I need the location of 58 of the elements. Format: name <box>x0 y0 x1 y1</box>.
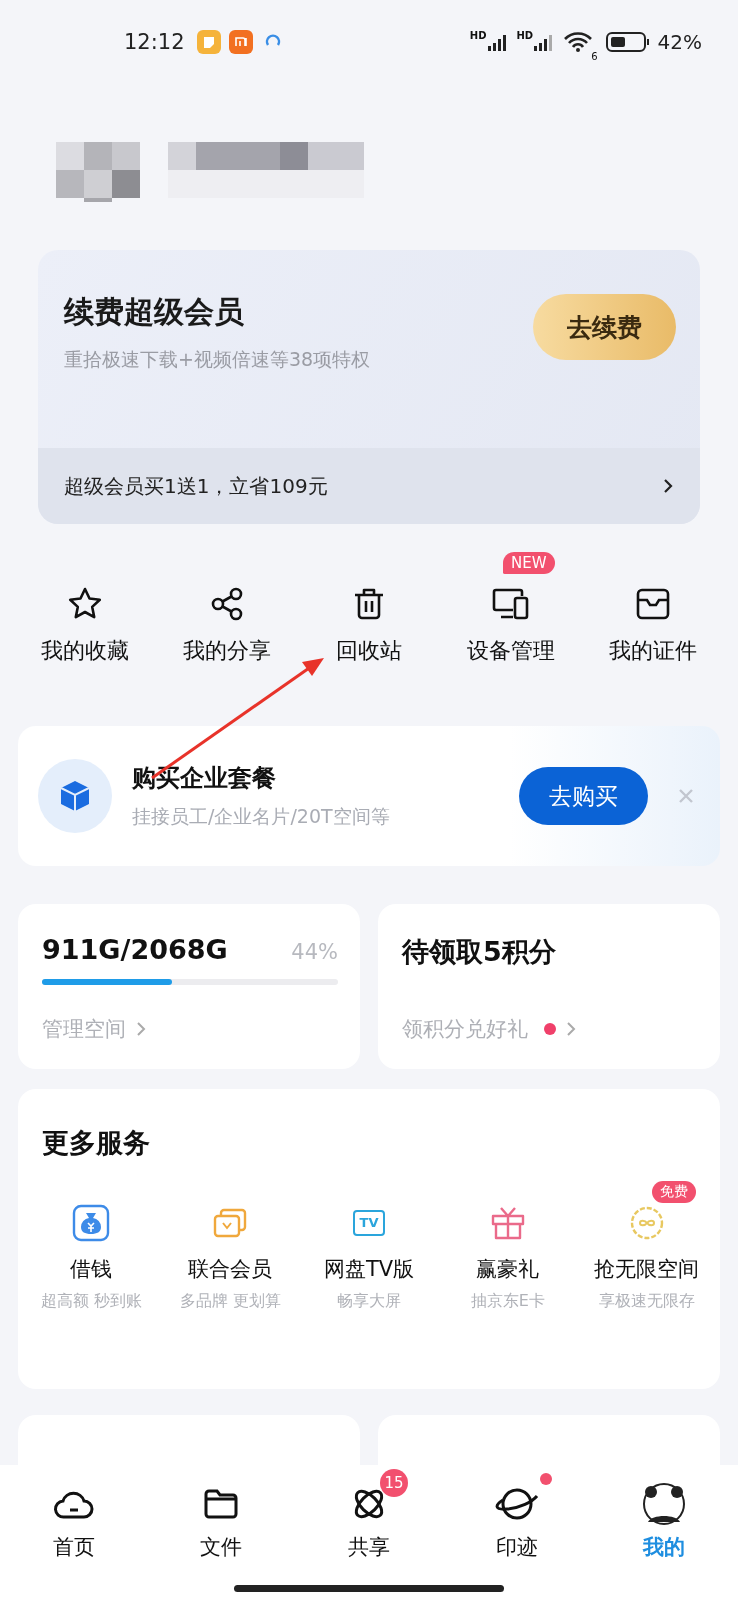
avatar-icon <box>642 1482 687 1526</box>
service-description: 超高额 秒到账 <box>40 1291 142 1312</box>
services-title: 更多服务 <box>41 1126 151 1160</box>
signal-icon <box>486 32 509 52</box>
service-description: 多品牌 更划算 <box>179 1291 281 1312</box>
nav-tab[interactable]: 文件 <box>166 1467 277 1577</box>
nav-tab[interactable]: 我的 <box>609 1467 720 1577</box>
app-icon <box>228 30 253 54</box>
network-label: HD <box>469 30 487 41</box>
notes-app-icon <box>196 30 221 54</box>
shortcut-item[interactable]: 我的收藏 <box>20 550 150 688</box>
wifi-icon <box>563 31 594 53</box>
shortcut-item[interactable]: 我的分享 <box>162 550 292 688</box>
service-item[interactable]: 联合会员 多品牌 更划算 <box>162 1179 299 1312</box>
storage-percent: 44% <box>291 940 338 964</box>
buy-button[interactable]: 去购买 <box>519 767 648 825</box>
wifi-label: 6 <box>591 51 598 62</box>
promo-text: 超级会员买1送1，立省109元 <box>64 472 328 500</box>
cube-icon <box>38 759 112 833</box>
service-description: 畅享大屏 <box>337 1291 401 1312</box>
home-indicator[interactable] <box>234 1585 504 1592</box>
new-badge: NEW <box>503 552 555 574</box>
membership-title: 续费超级会员 <box>64 293 245 331</box>
tv-icon: TV <box>352 1210 386 1236</box>
storage-card[interactable]: 911G/2068G 44% 管理空间 <box>18 904 360 1069</box>
nav-tab[interactable]: 15 共享 <box>314 1467 424 1577</box>
promo-bar[interactable]: 超级会员买1送1，立省109元 <box>38 448 700 524</box>
service-item[interactable]: 赢豪礼 抽京东E卡 <box>439 1179 576 1312</box>
storage-usage: 911G/2068G <box>42 934 228 965</box>
money-bag-icon <box>72 1204 111 1242</box>
membership-subtitle: 重拾极速下载+视频倍速等38项特权 <box>64 347 372 372</box>
free-badge: 免费 <box>651 1181 696 1203</box>
shortcut-item[interactable]: 回收站 <box>304 550 434 688</box>
nav-tab[interactable]: 印迹 <box>461 1467 572 1577</box>
id-card-icon <box>635 586 671 622</box>
notification-count: 15 <box>380 1469 408 1497</box>
points-card[interactable]: 待领取5积分 领积分兑好礼 <box>378 904 720 1069</box>
service-item[interactable]: 免费 抢无限空间 享极速无限存 <box>578 1179 715 1312</box>
enterprise-subtitle: 挂接员工/企业名片/20T空间等 <box>132 804 391 829</box>
battery-icon <box>605 31 650 53</box>
points-title: 待领取5积分 <box>402 935 556 969</box>
service-description: 抽京东E卡 <box>470 1291 545 1312</box>
close-icon[interactable] <box>678 788 694 804</box>
shortcut-item[interactable]: NEW 设备管理 <box>446 550 576 688</box>
share-icon <box>209 586 245 622</box>
renew-button[interactable]: 去续费 <box>533 294 676 360</box>
shortcut-item[interactable]: 我的证件 <box>588 550 718 688</box>
status-time: 12:12 <box>124 30 185 54</box>
devices-icon <box>491 586 531 622</box>
chevron-right-icon <box>136 1021 146 1037</box>
service-item[interactable]: TV 网盘TV版 畅享大屏 <box>301 1179 437 1312</box>
chevron-right-icon <box>662 478 674 494</box>
nav-tab[interactable]: 首页 <box>18 1467 129 1577</box>
network-label: HD <box>516 30 534 41</box>
chevron-right-icon <box>566 1021 576 1037</box>
service-item[interactable]: 借钱 超高额 秒到账 <box>23 1179 160 1312</box>
service-description: 享极速无限存 <box>598 1291 695 1312</box>
battery-percent: 42% <box>657 30 702 54</box>
